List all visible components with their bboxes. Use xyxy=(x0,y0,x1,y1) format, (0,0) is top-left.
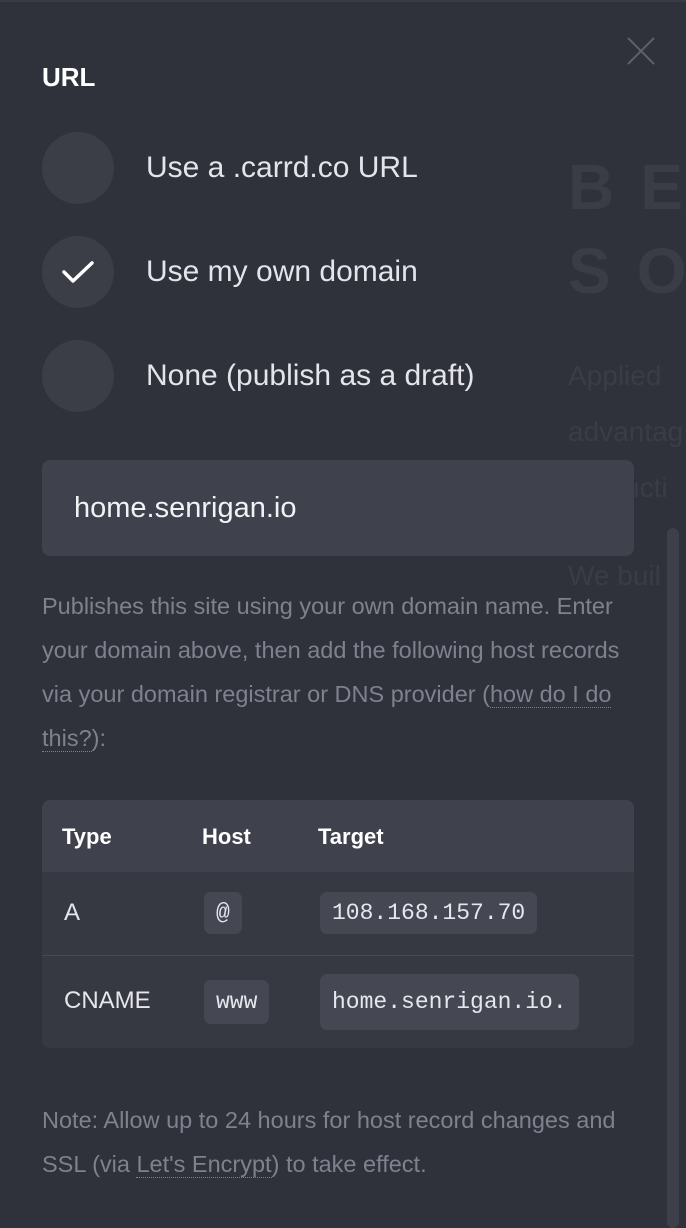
scrollbar[interactable] xyxy=(667,528,679,1228)
table-row: A @ 108.168.157.70 xyxy=(42,872,634,956)
close-button[interactable] xyxy=(624,34,658,68)
option-draft-label: None (publish as a draft) xyxy=(146,359,475,392)
table-header: Type Host Target xyxy=(42,800,634,872)
checkmark-icon xyxy=(62,261,94,283)
panel-title: URL xyxy=(42,62,96,92)
host-records-table: Type Host Target A @ 108.168.157.70 CNAM… xyxy=(42,800,634,1048)
close-icon xyxy=(627,37,655,65)
column-header-host: Host xyxy=(202,824,251,849)
option-draft[interactable]: None (publish as a draft) xyxy=(42,340,602,412)
table-row: CNAME www home.senrigan.io. xyxy=(42,956,634,1048)
option-own-domain[interactable]: Use my own domain xyxy=(42,236,602,308)
note-suffix: ) to take effect. xyxy=(271,1151,427,1177)
domain-description: Publishes this site using your own domai… xyxy=(42,584,642,760)
record-type: CNAME xyxy=(64,987,151,1014)
option-carrd-url-label: Use a .carrd.co URL xyxy=(146,151,418,184)
top-divider xyxy=(0,0,686,2)
record-host[interactable]: @ xyxy=(204,892,242,934)
option-carrd-url[interactable]: Use a .carrd.co URL xyxy=(42,132,602,204)
background-line-2: advantag xyxy=(568,416,684,447)
radio-carrd-url[interactable] xyxy=(42,132,114,204)
column-header-type: Type xyxy=(62,824,112,849)
radio-own-domain[interactable] xyxy=(42,236,114,308)
column-header-target: Target xyxy=(318,824,384,849)
radio-draft[interactable] xyxy=(42,340,114,412)
domain-input[interactable] xyxy=(42,460,634,556)
propagation-note: Note: Allow up to 24 hours for host reco… xyxy=(42,1098,642,1186)
record-target[interactable]: 108.168.157.70 xyxy=(320,892,538,934)
record-type: A xyxy=(64,899,81,926)
option-own-domain-label: Use my own domain xyxy=(146,255,418,288)
description-suffix: ): xyxy=(91,725,106,751)
record-host[interactable]: www xyxy=(204,980,270,1024)
lets-encrypt-link[interactable]: Let's Encrypt xyxy=(136,1151,272,1178)
record-target[interactable]: home.senrigan.io. xyxy=(320,974,579,1030)
